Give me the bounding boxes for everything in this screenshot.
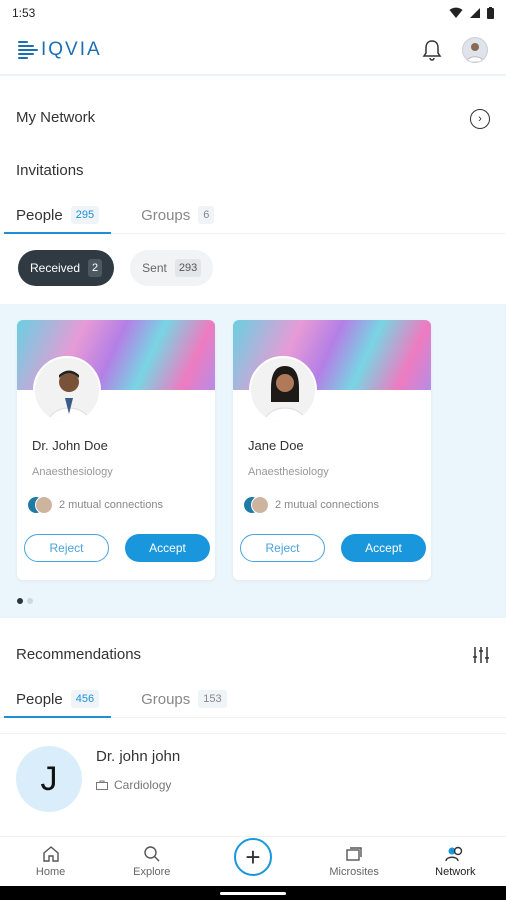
iqvia-logo[interactable]: IQVIA bbox=[18, 39, 102, 61]
reject-button[interactable]: Reject bbox=[240, 534, 325, 562]
card-specialty: Anaesthesiology bbox=[32, 466, 113, 478]
logo-text: IQVIA bbox=[41, 39, 102, 60]
accept-button[interactable]: Accept bbox=[341, 534, 426, 562]
my-network-title[interactable]: My Network bbox=[16, 109, 95, 126]
nav-explore[interactable]: Explore bbox=[102, 845, 202, 878]
briefcase-icon bbox=[96, 780, 108, 790]
invitation-carousel[interactable]: Dr. John Doe Anaesthesiology 2 mutual co… bbox=[0, 304, 506, 618]
logo-lines-icon bbox=[18, 41, 38, 59]
microsites-icon bbox=[346, 847, 362, 861]
recommendation-name: Dr. john john bbox=[96, 748, 181, 765]
tab-groups[interactable]: Groups 6 bbox=[129, 198, 226, 232]
invitation-filters: Received 2 Sent 293 bbox=[18, 250, 214, 286]
recommendation-item[interactable]: J Dr. john john Cardiology bbox=[0, 733, 506, 833]
invitations-title: Invitations bbox=[16, 162, 84, 179]
tab-count: 456 bbox=[70, 690, 100, 708]
mutual-avatar bbox=[251, 496, 269, 514]
tab-count: 295 bbox=[70, 206, 100, 224]
carousel-dot-active[interactable] bbox=[17, 598, 23, 604]
card-name: Jane Doe bbox=[248, 438, 304, 453]
nav-microsites[interactable]: Microsites bbox=[304, 845, 404, 878]
invitations-tabs: People 295 Groups 6 bbox=[0, 198, 506, 234]
card-specialty: Anaesthesiology bbox=[248, 466, 329, 478]
nav-label: Microsites bbox=[329, 866, 379, 878]
nav-label: Home bbox=[35, 866, 66, 878]
tab-count: 6 bbox=[198, 206, 215, 224]
filter-count: 2 bbox=[88, 259, 103, 277]
carousel-dot[interactable] bbox=[27, 598, 33, 604]
accept-button[interactable]: Accept bbox=[125, 534, 210, 562]
tab-people[interactable]: People 456 bbox=[4, 682, 112, 718]
filter-received[interactable]: Received 2 bbox=[18, 250, 115, 286]
tab-groups[interactable]: Groups 153 bbox=[129, 682, 239, 716]
nav-network[interactable]: Network bbox=[405, 845, 505, 878]
tab-people[interactable]: People 295 bbox=[4, 198, 112, 234]
nav-label: Explore bbox=[133, 866, 171, 878]
mutual-text: 2 mutual connections bbox=[275, 499, 379, 511]
specialty-text: Cardiology bbox=[114, 778, 172, 792]
nav-label: Network bbox=[435, 866, 476, 878]
mutual-connections: 2 mutual connections bbox=[243, 496, 379, 514]
tab-label: Groups bbox=[141, 690, 191, 708]
filter-count: 293 bbox=[174, 259, 202, 277]
recommendation-specialty: Cardiology bbox=[96, 778, 171, 792]
home-icon bbox=[42, 846, 59, 862]
filter-sliders-icon[interactable] bbox=[472, 646, 490, 664]
nav-home[interactable]: Home bbox=[1, 845, 101, 878]
signal-icon bbox=[470, 8, 480, 18]
recommendations-title: Recommendations bbox=[16, 646, 142, 663]
plus-icon: + bbox=[245, 841, 261, 872]
status-icons bbox=[449, 7, 494, 19]
mutual-text: 2 mutual connections bbox=[59, 499, 163, 511]
tab-count: 153 bbox=[198, 690, 227, 708]
bell-icon[interactable] bbox=[422, 39, 442, 61]
reject-button[interactable]: Reject bbox=[24, 534, 109, 562]
network-icon bbox=[445, 846, 463, 862]
profile-photo bbox=[33, 356, 101, 424]
app-header: IQVIA bbox=[0, 26, 506, 76]
profile-photo bbox=[249, 356, 317, 424]
tab-label: Groups bbox=[141, 206, 191, 224]
card-name: Dr. John Doe bbox=[32, 438, 108, 453]
invitation-card[interactable]: Dr. John Doe Anaesthesiology 2 mutual co… bbox=[17, 320, 215, 580]
search-icon bbox=[144, 846, 160, 862]
add-button[interactable]: + bbox=[234, 838, 272, 876]
initial-avatar: J bbox=[16, 746, 82, 812]
invitation-card[interactable]: Jane Doe Anaesthesiology 2 mutual connec… bbox=[233, 320, 431, 580]
carousel-dots[interactable] bbox=[17, 598, 33, 604]
tab-label: People bbox=[16, 690, 63, 708]
filter-label: Received bbox=[30, 261, 81, 275]
filter-sent[interactable]: Sent 293 bbox=[130, 250, 214, 286]
status-time: 1:53 bbox=[12, 6, 36, 20]
recommendations-tabs: People 456 Groups 153 bbox=[0, 682, 506, 718]
mutual-avatar bbox=[35, 496, 53, 514]
status-bar: 1:53 bbox=[0, 0, 506, 26]
home-indicator[interactable] bbox=[220, 892, 286, 895]
wifi-icon bbox=[449, 7, 463, 18]
chevron-right-icon[interactable]: › bbox=[470, 109, 490, 129]
filter-label: Sent bbox=[142, 261, 167, 275]
tab-label: People bbox=[16, 206, 63, 224]
mutual-connections: 2 mutual connections bbox=[27, 496, 163, 514]
battery-icon bbox=[487, 7, 494, 19]
profile-avatar[interactable] bbox=[462, 37, 488, 63]
